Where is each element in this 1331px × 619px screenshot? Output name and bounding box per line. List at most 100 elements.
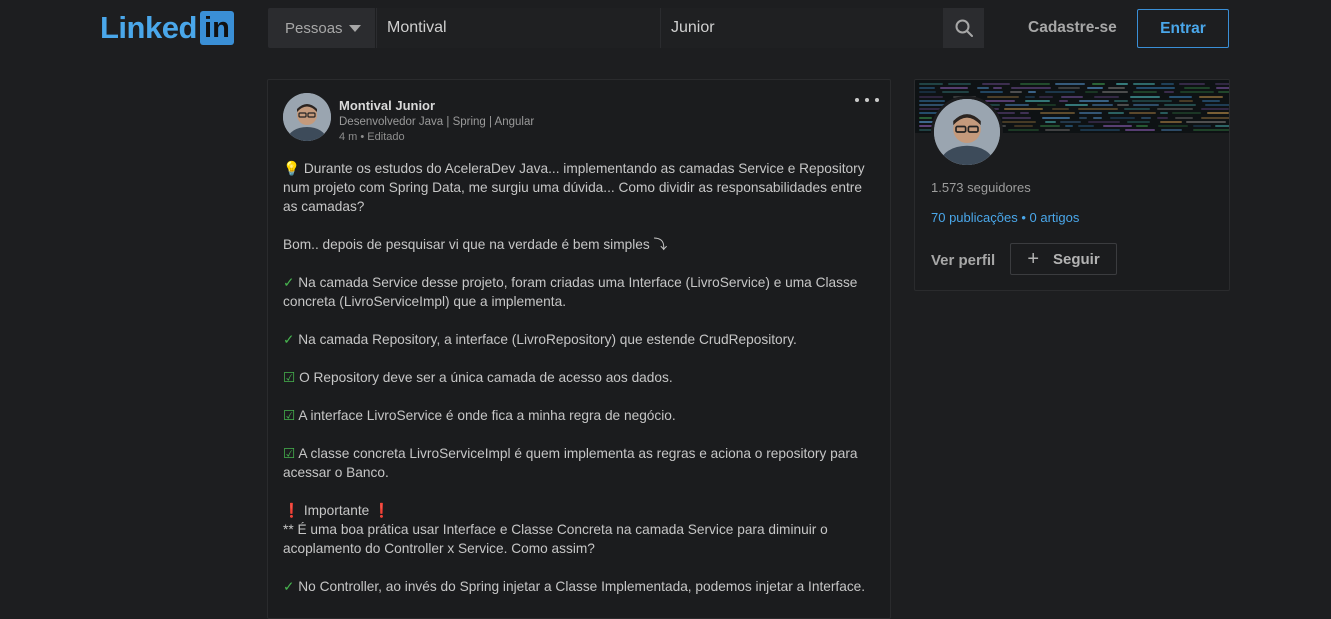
articles-link[interactable]: 0 artigos — [1030, 210, 1080, 225]
banner-code-stroke — [1179, 83, 1205, 85]
banner-code-stroke — [1164, 104, 1196, 106]
author-avatar[interactable] — [283, 93, 331, 141]
banner-code-stroke — [919, 83, 943, 85]
banner-code-stroke — [1193, 129, 1229, 132]
banner-code-stroke — [1011, 87, 1051, 90]
banner-code-stroke — [919, 116, 932, 119]
avatar-photo — [283, 93, 331, 141]
last-name-input[interactable]: Junior — [660, 8, 943, 48]
banner-code-stroke — [1114, 99, 1128, 102]
first-name-input[interactable]: Montival — [376, 8, 660, 48]
banner-code-stroke — [1085, 91, 1098, 94]
banner-code-stroke — [1020, 112, 1029, 115]
post-paragraph: ☑ A classe concreta LivroServiceImpl é q… — [283, 444, 879, 482]
banner-code-stroke — [980, 91, 1003, 94]
profile-avatar[interactable] — [931, 96, 1003, 168]
banner-code-stroke — [1080, 129, 1120, 132]
banner-code-stroke — [1160, 112, 1168, 115]
signin-button[interactable]: Entrar — [1137, 9, 1229, 48]
paragraph-text: Na camada Service desse projeto, foram c… — [283, 275, 858, 309]
banner-code-stroke — [1201, 108, 1229, 111]
banner-code-stroke — [919, 91, 936, 94]
followers-count: 1.573 seguidores — [931, 180, 1031, 195]
paragraph-text: A classe concreta LivroServiceImpl é que… — [283, 446, 858, 480]
banner-code-stroke — [1092, 83, 1105, 85]
banner-code-stroke — [1124, 108, 1150, 111]
banner-code-stroke — [1164, 91, 1174, 94]
banner-code-stroke — [1010, 91, 1022, 94]
checkmark-icon: ✓ — [283, 332, 295, 347]
banner-code-stroke — [1127, 120, 1150, 123]
banner-code-stroke — [940, 87, 968, 90]
banner-code-stroke — [1014, 125, 1033, 127]
banner-code-stroke — [1025, 95, 1035, 98]
banner-code-stroke — [1201, 116, 1229, 119]
paragraph-text: A interface LivroService é onde fica a m… — [295, 408, 676, 423]
banner-code-stroke — [1180, 91, 1214, 94]
dot-icon — [855, 98, 859, 102]
banner-code-stroke — [919, 99, 945, 102]
banner-code-stroke — [1065, 104, 1088, 106]
author-headline: Desenvolvedor Java | Spring | Angular — [339, 116, 535, 128]
banner-code-stroke — [1058, 87, 1080, 90]
signup-link[interactable]: Cadastre-se — [1028, 19, 1117, 37]
top-header: Linked in Pessoas Montival Junior Cadast… — [0, 0, 1331, 58]
linkedin-logo[interactable]: Linked in — [100, 10, 234, 46]
people-search-bar: Pessoas Montival Junior — [268, 8, 984, 48]
paragraph-text: ** É uma boa prática usar Interface e Cl… — [283, 522, 828, 556]
author-name[interactable]: Montival Junior — [339, 98, 435, 113]
search-icon — [955, 19, 973, 37]
banner-code-stroke — [1216, 87, 1229, 90]
more-options-button[interactable] — [855, 90, 879, 110]
post-paragraph: 💡 Durante os estudos do AceleraDev Java.… — [283, 159, 879, 216]
banner-code-stroke — [1078, 108, 1118, 111]
banner-code-stroke — [919, 95, 943, 98]
banner-code-stroke — [1042, 116, 1070, 119]
banner-code-stroke — [1004, 108, 1043, 111]
banner-code-stroke — [1078, 125, 1094, 127]
stats-separator: • — [1017, 210, 1030, 225]
banner-code-stroke — [1175, 116, 1193, 119]
avatar-photo — [934, 99, 1000, 165]
post-paragraph: ✓ No Controller, ao invés do Spring inje… — [283, 577, 879, 596]
banner-code-stroke — [1199, 95, 1223, 98]
banner-code-stroke — [1045, 120, 1056, 123]
banner-code-stroke — [1132, 99, 1172, 102]
post-paragraph: ☑ O Repository deve ser a única camada d… — [283, 368, 879, 387]
lightbulb-icon: 💡 — [283, 161, 301, 176]
banner-code-stroke — [1065, 125, 1073, 127]
banner-code-stroke — [1079, 99, 1109, 102]
post-paragraph: ❗ Importante ❗ ** É uma boa prática usar … — [283, 501, 879, 558]
banner-code-stroke — [1088, 120, 1120, 123]
banner-code-stroke — [1202, 99, 1220, 102]
checkmark-icon: ✓ — [283, 275, 295, 290]
banner-code-stroke — [1117, 104, 1129, 106]
search-type-dropdown[interactable]: Pessoas — [268, 8, 376, 48]
banner-code-stroke — [948, 83, 971, 85]
banner-code-stroke — [1093, 116, 1102, 119]
banner-code-stroke — [1087, 87, 1103, 90]
banner-code-stroke — [1045, 129, 1070, 132]
banner-code-stroke — [1169, 95, 1192, 98]
view-profile-link[interactable]: Ver perfil — [931, 252, 995, 269]
banner-code-stroke — [1205, 104, 1229, 106]
banner-code-stroke — [1020, 83, 1050, 85]
banner-code-stroke — [1157, 108, 1193, 111]
banner-code-stroke — [1193, 125, 1211, 127]
banner-code-stroke — [1002, 116, 1031, 119]
follow-label: Seguir — [1053, 250, 1100, 268]
banner-code-stroke — [1059, 99, 1068, 102]
banner-code-stroke — [1039, 95, 1053, 98]
search-button[interactable] — [943, 8, 984, 48]
follow-button[interactable]: + Seguir — [1010, 243, 1117, 275]
banner-code-stroke — [1218, 91, 1229, 94]
checkbox-icon: ☑ — [283, 446, 296, 461]
banner-code-stroke — [1108, 87, 1125, 90]
publications-link[interactable]: 70 publicações — [931, 210, 1018, 225]
banner-code-stroke — [1161, 83, 1174, 85]
banner-code-stroke — [982, 83, 1010, 85]
